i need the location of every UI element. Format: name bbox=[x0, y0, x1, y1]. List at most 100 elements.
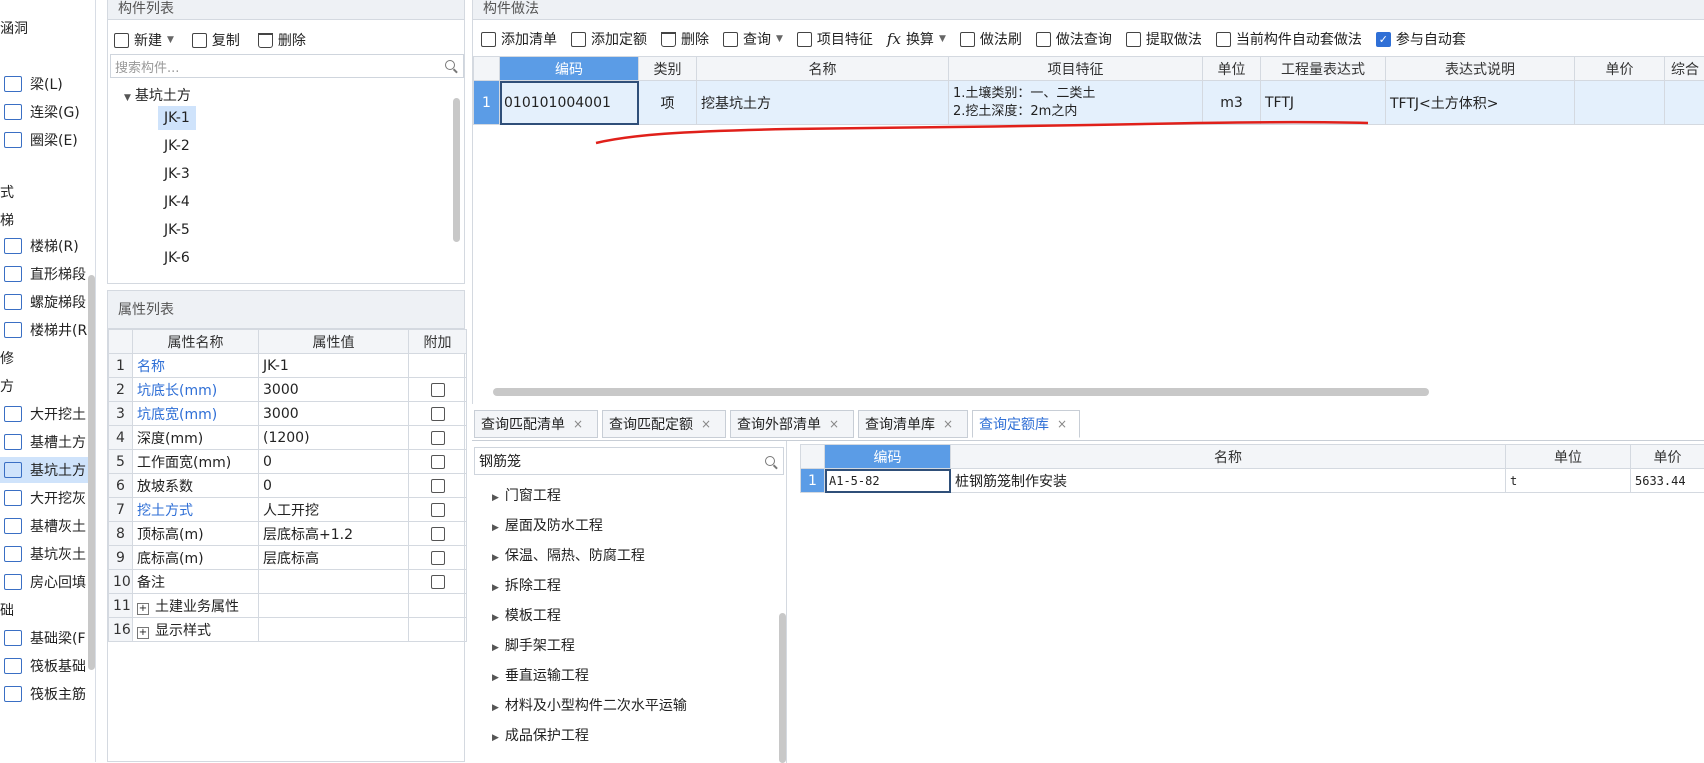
component-item[interactable]: JK-1 bbox=[158, 106, 196, 130]
category-item[interactable]: ▶成品保护工程 bbox=[492, 724, 589, 748]
nav-item[interactable]: 圈梁(E) bbox=[0, 127, 88, 153]
method-header[interactable]: 综合 bbox=[1665, 57, 1704, 81]
nav-item[interactable]: 筏板基础 bbox=[0, 653, 88, 679]
search-icon[interactable] bbox=[765, 456, 775, 466]
component-search-input[interactable]: 搜索构件... bbox=[110, 54, 464, 78]
extra-checkbox[interactable] bbox=[431, 431, 445, 445]
property-value[interactable]: (1200) bbox=[259, 426, 409, 450]
nav-item[interactable]: 修 bbox=[0, 345, 88, 371]
quota-unit-cell[interactable]: t bbox=[1506, 469, 1631, 493]
search-icon[interactable] bbox=[445, 60, 455, 70]
method-header[interactable]: 项目特征 bbox=[949, 57, 1203, 81]
quota-code-cell[interactable]: A1-5-82 bbox=[825, 469, 951, 493]
nav-item[interactable]: 基础梁(F bbox=[0, 625, 88, 651]
category-item[interactable]: ▶门窗工程 bbox=[492, 484, 561, 508]
method-header[interactable]: 类别 bbox=[639, 57, 697, 81]
expand-plus-icon[interactable]: + bbox=[137, 627, 149, 639]
quota-header[interactable]: 单位 bbox=[1506, 445, 1631, 469]
nav-item[interactable]: 大开挖土 bbox=[0, 401, 88, 427]
quota-search-input[interactable]: 钢筋笼 bbox=[474, 447, 784, 475]
close-icon[interactable]: × bbox=[943, 417, 953, 431]
property-value[interactable] bbox=[259, 570, 409, 594]
property-row[interactable]: 9底标高(m)层底标高 bbox=[109, 546, 467, 570]
property-row[interactable]: 7挖土方式人工开挖 bbox=[109, 498, 467, 522]
method-header[interactable]: 单位 bbox=[1203, 57, 1261, 81]
nav-item[interactable]: 楼梯(R) bbox=[0, 233, 88, 259]
component-item[interactable]: JK-3 bbox=[164, 162, 190, 186]
property-value[interactable]: 3000 bbox=[259, 378, 409, 402]
expand-plus-icon[interactable]: + bbox=[137, 603, 149, 615]
nav-item[interactable] bbox=[0, 39, 88, 65]
extra-checkbox[interactable] bbox=[431, 503, 445, 517]
nav-item[interactable]: 楼梯井(R bbox=[0, 317, 88, 343]
query-tab[interactable]: 查询清单库× bbox=[858, 410, 968, 438]
left-nav-scrollbar[interactable] bbox=[88, 275, 95, 670]
nav-item[interactable]: 房心回填 bbox=[0, 569, 88, 595]
nav-item[interactable]: 梯 bbox=[0, 207, 88, 233]
category-scrollbar[interactable] bbox=[779, 613, 786, 763]
property-value[interactable]: 3000 bbox=[259, 402, 409, 426]
property-row[interactable]: 2坑底长(mm)3000 bbox=[109, 378, 467, 402]
nav-item[interactable]: 式 bbox=[0, 179, 88, 205]
property-row[interactable]: 5工作面宽(mm)0 bbox=[109, 450, 467, 474]
quota-row[interactable]: 1A1-5-82桩钢筋笼制作安装t5633.44 bbox=[801, 469, 1704, 493]
component-item[interactable]: JK-5 bbox=[164, 218, 190, 242]
component-item[interactable]: JK-2 bbox=[164, 134, 190, 158]
property-value[interactable]: 人工开挖 bbox=[259, 498, 409, 522]
property-row[interactable]: 10备注 bbox=[109, 570, 467, 594]
nav-item[interactable]: 基坑灰土 bbox=[0, 541, 88, 567]
nav-item[interactable]: 连梁(G) bbox=[0, 99, 88, 125]
nav-item[interactable]: 筏板主筋 bbox=[0, 681, 88, 707]
method-query-button[interactable]: 做法查询 bbox=[1036, 25, 1112, 53]
convert-button[interactable]: fx换算▼ bbox=[887, 25, 946, 53]
property-row[interactable]: 11+土建业务属性 bbox=[109, 594, 467, 618]
query-button[interactable]: 查询▼ bbox=[723, 25, 783, 53]
nav-item[interactable]: 础 bbox=[0, 597, 88, 623]
property-row[interactable]: 16+显示样式 bbox=[109, 618, 467, 642]
nav-item[interactable]: 涵洞 bbox=[0, 15, 88, 41]
category-item[interactable]: ▶拆除工程 bbox=[492, 574, 561, 598]
method-header[interactable]: 工程量表达式 bbox=[1261, 57, 1386, 81]
category-item[interactable]: ▶保温、隔热、防腐工程 bbox=[492, 544, 645, 568]
method-table-hscroll[interactable] bbox=[493, 388, 1429, 396]
quota-header[interactable]: 单价 bbox=[1631, 445, 1704, 469]
component-item[interactable]: JK-4 bbox=[164, 190, 190, 214]
property-row[interactable]: 6放坡系数0 bbox=[109, 474, 467, 498]
tree-group[interactable]: ▼基坑土方 bbox=[124, 84, 191, 108]
category-item[interactable]: ▶材料及小型构件二次水平运输 bbox=[492, 694, 687, 718]
extra-checkbox[interactable] bbox=[431, 575, 445, 589]
nav-item[interactable]: 直形梯段 bbox=[0, 261, 88, 287]
method-header[interactable]: 名称 bbox=[697, 57, 949, 81]
method-header[interactable]: 编码 bbox=[500, 57, 639, 81]
query-tab[interactable]: 查询定额库× bbox=[972, 410, 1080, 438]
add-quota-button[interactable]: 添加定额 bbox=[571, 25, 647, 53]
close-icon[interactable]: × bbox=[1057, 417, 1067, 431]
nav-item[interactable]: 梁(L) bbox=[0, 71, 88, 97]
query-tab[interactable]: 查询匹配定额× bbox=[602, 410, 726, 438]
extract-method-button[interactable]: 提取做法 bbox=[1126, 25, 1202, 53]
component-item[interactable]: JK-6 bbox=[164, 246, 190, 270]
method-brush-button[interactable]: 做法刷 bbox=[960, 25, 1022, 53]
quota-header[interactable]: 编码 bbox=[825, 445, 951, 469]
extra-checkbox[interactable] bbox=[431, 551, 445, 565]
category-item[interactable]: ▶屋面及防水工程 bbox=[492, 514, 603, 538]
extra-checkbox[interactable] bbox=[431, 527, 445, 541]
component-list-scrollbar[interactable] bbox=[453, 98, 460, 242]
category-item[interactable]: ▶模板工程 bbox=[492, 604, 561, 628]
nav-item[interactable]: 方 bbox=[0, 373, 88, 399]
participate-auto-checkbox[interactable]: ✓参与自动套 bbox=[1376, 25, 1466, 53]
nav-item[interactable]: 基坑土方 bbox=[0, 457, 88, 483]
price-cell[interactable] bbox=[1575, 81, 1665, 125]
nav-item[interactable]: 大开挖灰 bbox=[0, 485, 88, 511]
nav-item[interactable] bbox=[0, 155, 88, 181]
method-header[interactable]: 表达式说明 bbox=[1386, 57, 1575, 81]
property-value[interactable]: 层底标高+1.2 bbox=[259, 522, 409, 546]
copy-button[interactable]: 复制 bbox=[192, 26, 240, 54]
property-row[interactable]: 1名称JK-1 bbox=[109, 354, 467, 378]
nav-item[interactable]: 基槽土方 bbox=[0, 429, 88, 455]
extra-checkbox[interactable] bbox=[431, 479, 445, 493]
new-button[interactable]: 新建▼ bbox=[114, 26, 174, 54]
expression-desc-cell[interactable]: TFTJ<土方体积> bbox=[1386, 81, 1575, 125]
method-header[interactable]: 单价 bbox=[1575, 57, 1665, 81]
extra-checkbox[interactable] bbox=[431, 383, 445, 397]
